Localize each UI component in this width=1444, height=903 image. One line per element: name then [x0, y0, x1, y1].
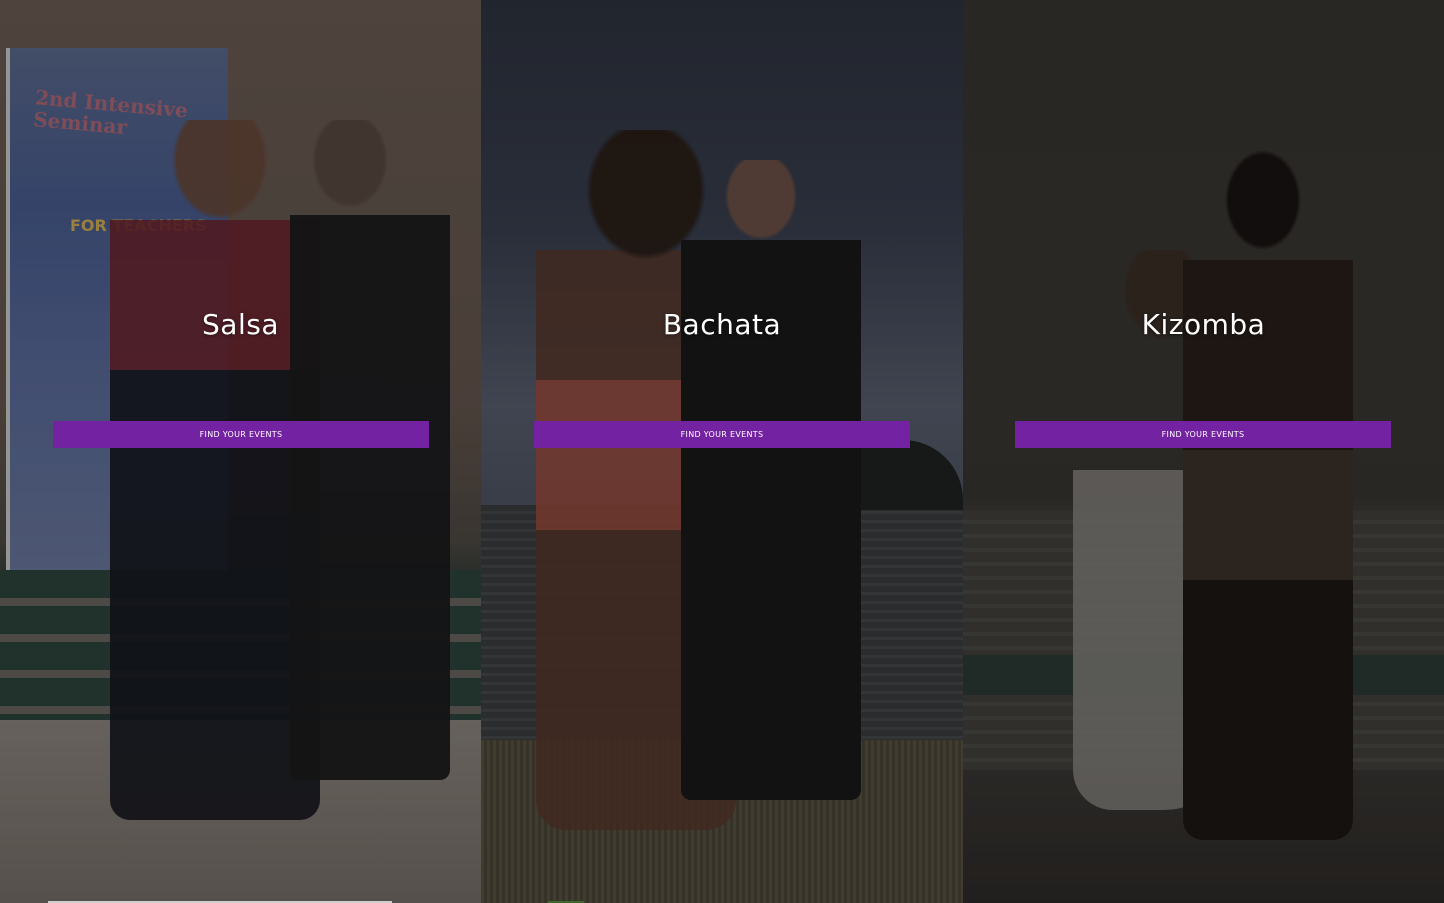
dance-style-grid: 2nd Intensive Seminar FOR TEACHERS Salsa…	[0, 0, 1444, 903]
panel-title: Salsa	[202, 308, 279, 341]
dark-overlay	[481, 0, 963, 903]
find-events-button-kizomba[interactable]: FIND YOUR EVENTS	[1015, 421, 1391, 448]
panel-title: Kizomba	[1141, 308, 1266, 341]
find-events-button-bachata[interactable]: FIND YOUR EVENTS	[534, 421, 910, 448]
dance-panel-kizomba[interactable]: Kizomba FIND YOUR EVENTS	[963, 0, 1444, 903]
find-events-button-salsa[interactable]: FIND YOUR EVENTS	[53, 421, 429, 448]
dance-panel-bachata[interactable]: Bachata FIND YOUR EVENTS	[481, 0, 963, 903]
panel-title: Bachata	[662, 308, 782, 341]
dance-panel-salsa[interactable]: 2nd Intensive Seminar FOR TEACHERS Salsa…	[0, 0, 481, 903]
dark-overlay	[0, 0, 481, 903]
dark-overlay	[963, 0, 1444, 903]
